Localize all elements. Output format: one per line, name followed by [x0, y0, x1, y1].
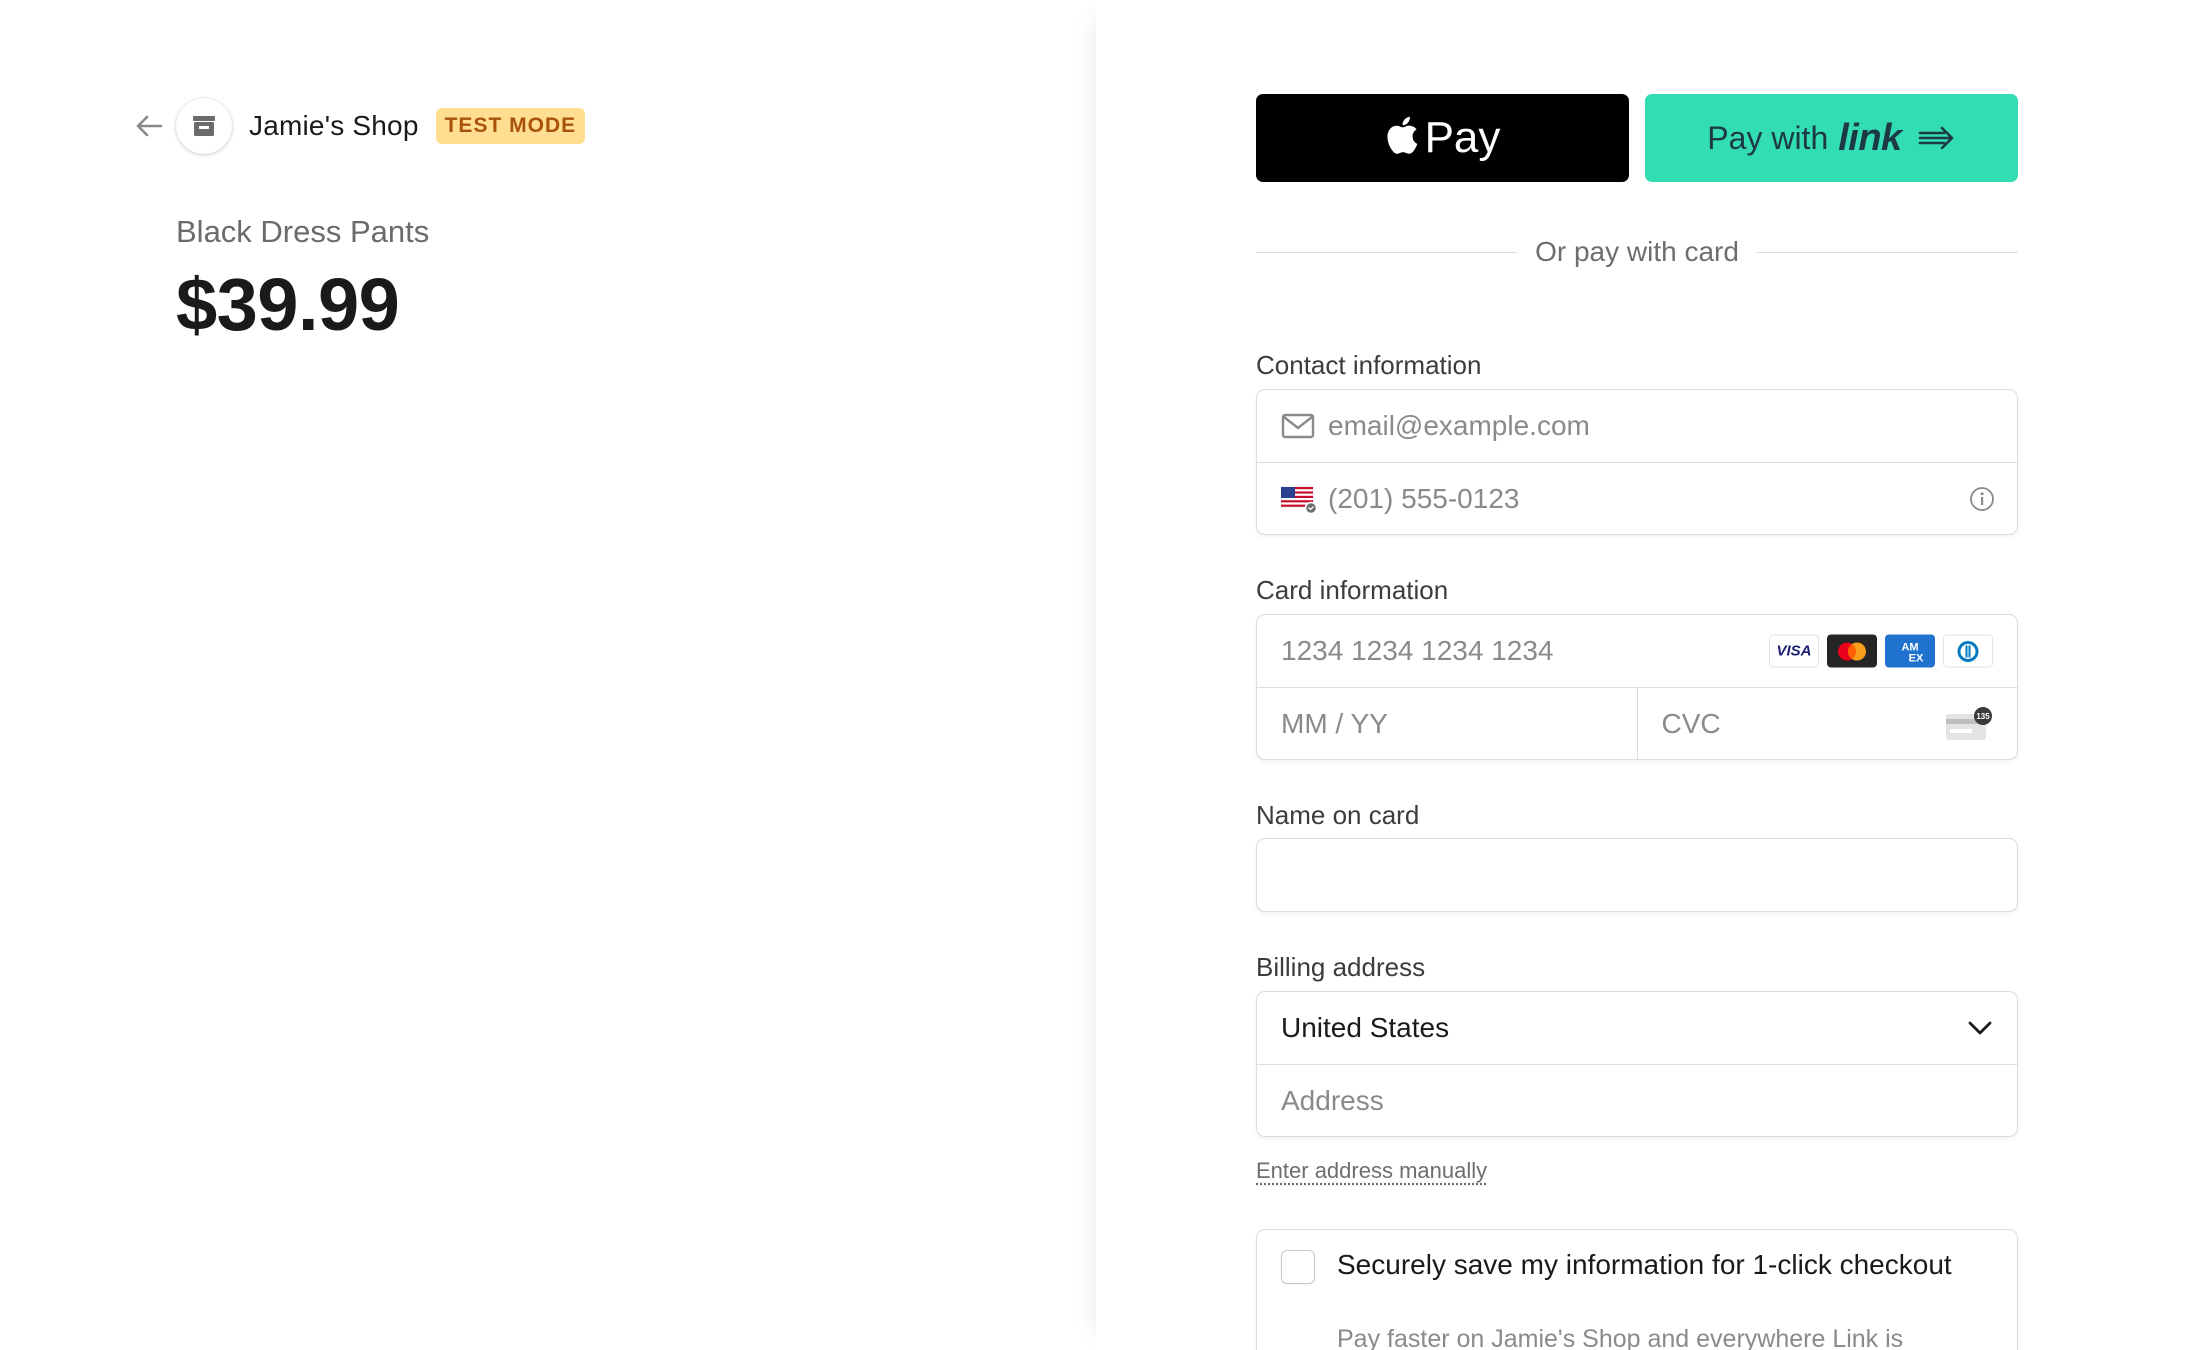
enter-address-manually-link[interactable]: Enter address manually	[1256, 1158, 1487, 1184]
expiry-placeholder: MM / YY	[1281, 708, 1388, 740]
phone-field[interactable]: (201) 555-0123	[1257, 462, 2017, 534]
arrow-left-icon[interactable]	[133, 110, 165, 142]
contact-info-box: email@example.com (201) 555-0123	[1256, 389, 2018, 535]
mastercard-icon	[1827, 635, 1877, 668]
merchant-name: Jamie's Shop	[249, 110, 419, 142]
apple-pay-label: Pay	[1425, 113, 1501, 163]
email-field[interactable]: email@example.com	[1257, 390, 2017, 462]
link-pay-button[interactable]: Pay with link	[1645, 94, 2018, 182]
checkout-page: Jamie's Shop TEST MODE Black Dress Pants…	[0, 0, 2196, 1350]
express-pay-buttons: Pay Pay with link	[1256, 94, 2018, 182]
save-info-checkbox[interactable]	[1281, 1250, 1315, 1284]
product-price: $39.99	[176, 262, 399, 347]
country-value: United States	[1281, 1012, 1449, 1044]
product-name: Black Dress Pants	[176, 214, 429, 250]
address-placeholder: Address	[1281, 1085, 1384, 1117]
visa-icon: VISA	[1769, 635, 1819, 668]
arrow-right-icon	[1918, 125, 1956, 151]
email-placeholder: email@example.com	[1328, 410, 1590, 442]
test-mode-badge: TEST MODE	[436, 108, 586, 144]
diners-club-icon	[1943, 635, 1993, 668]
payment-pane: Pay Pay with link Or pay with card Conta…	[1096, 0, 2196, 1350]
info-icon[interactable]	[1969, 486, 1995, 512]
card-number-field[interactable]: 1234 1234 1234 1234 VISA AM EX	[1257, 615, 2017, 687]
save-info-subtitle: Pay faster on Jamie's Shop and everywher…	[1337, 1322, 1997, 1350]
cvc-card-icon: 135	[1945, 706, 1993, 742]
divider-text: Or pay with card	[1517, 236, 1757, 268]
save-info-box: Securely save my information for 1-click…	[1256, 1229, 2018, 1350]
apple-icon	[1385, 115, 1419, 155]
divider-line	[1757, 252, 2018, 253]
order-summary-pane: Jamie's Shop TEST MODE Black Dress Pants…	[0, 0, 1096, 1350]
name-on-card-label: Name on card	[1256, 800, 1419, 831]
apple-pay-button[interactable]: Pay	[1256, 94, 1629, 182]
save-info-title: Securely save my information for 1-click…	[1337, 1246, 1977, 1283]
merchant-header: Jamie's Shop TEST MODE	[133, 98, 585, 154]
chevron-down-icon	[1967, 1020, 1993, 1036]
link-logo: link	[1838, 117, 1901, 160]
phone-placeholder: (201) 555-0123	[1328, 483, 1519, 515]
svg-text:EX: EX	[1909, 652, 1924, 664]
country-select[interactable]: United States	[1257, 992, 2017, 1064]
mail-icon	[1281, 413, 1315, 439]
billing-address-label: Billing address	[1256, 952, 1425, 983]
name-on-card-box	[1256, 838, 2018, 912]
card-info-box: 1234 1234 1234 1234 VISA AM EX MM / YY C…	[1256, 614, 2018, 760]
card-brands: VISA AM EX	[1769, 635, 1993, 668]
cvc-placeholder: CVC	[1662, 708, 1721, 740]
address-field[interactable]: Address	[1257, 1064, 2017, 1136]
amex-icon: AM EX	[1885, 635, 1935, 668]
billing-address-box: United States Address	[1256, 991, 2018, 1137]
card-expiry-cvc-row: MM / YY CVC 135	[1257, 687, 2017, 759]
divider-line	[1256, 252, 1517, 253]
contact-info-label: Contact information	[1256, 350, 1481, 381]
pay-with-card-divider: Or pay with card	[1256, 236, 2018, 268]
expiry-field[interactable]: MM / YY	[1257, 688, 1637, 760]
link-pay-prefix: Pay with	[1707, 120, 1828, 157]
cvc-field[interactable]: CVC 135	[1637, 688, 2018, 760]
name-on-card-field[interactable]	[1257, 839, 2017, 911]
store-icon	[176, 98, 232, 154]
us-flag-icon	[1281, 484, 1317, 514]
cvc-hint: 135	[1976, 712, 1990, 721]
card-number-placeholder: 1234 1234 1234 1234	[1281, 635, 1554, 667]
card-info-label: Card information	[1256, 575, 1448, 606]
